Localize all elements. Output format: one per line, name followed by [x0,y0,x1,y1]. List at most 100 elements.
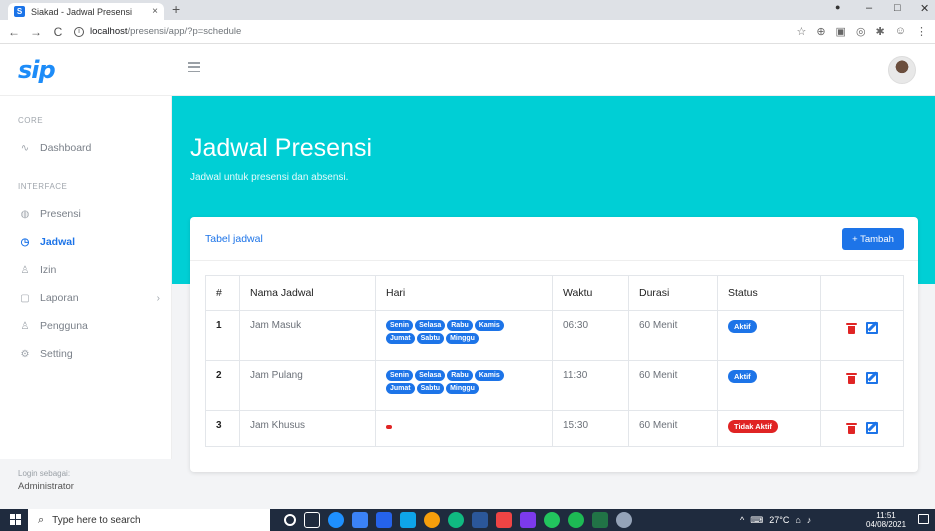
sidebar-item-pengguna[interactable]: ♙ Pengguna [18,316,168,336]
mail-icon[interactable] [400,512,416,528]
minimize-button[interactable]: – [866,2,872,14]
windows-start-icon[interactable] [10,514,21,525]
app-icon[interactable] [520,512,536,528]
taskbar-clock[interactable]: 11:51 04/08/2021 [866,511,906,529]
day-badge: Minggu [446,383,479,394]
edit-pencil-icon[interactable] [866,372,878,384]
edit-pencil-icon[interactable] [866,422,878,434]
profile-avatar-icon[interactable]: ☺ [895,25,906,38]
tray-overflow-icon[interactable]: ^ [740,515,744,525]
bookmark-star-icon[interactable]: ☆ [796,25,806,38]
schedule-status: Aktif [717,360,821,411]
store-icon[interactable] [352,512,368,528]
keyboard-icon[interactable]: ⌨ [750,515,763,526]
row-actions [820,360,904,411]
taskbar-apps [284,512,632,528]
row-number: 1 [205,310,240,361]
url-input[interactable]: i localhost/presensi/app/?p=schedule [74,23,834,41]
day-badge: Jumat [386,333,415,344]
user-icon: ♙ [20,264,30,276]
app-topbar: sip [0,44,935,96]
sidebar-item-label: Izin [40,264,57,276]
card-header: Tabel jadwal + Tambah [190,217,918,261]
sidebar-item-laporan[interactable]: ▢ Laporan › [18,288,168,308]
reload-button[interactable]: C [52,25,64,39]
app-icon[interactable] [616,512,632,528]
sidebar-item-label: Laporan [40,292,79,304]
menu-kebab-icon[interactable]: ⋮ [916,25,927,38]
chrome-icon[interactable] [424,512,440,528]
sidebar-footer: Login sebagai: Administrator [0,459,172,509]
add-schedule-button[interactable]: + Tambah [842,228,904,250]
tab-close-icon[interactable]: × [152,6,158,17]
card-title: Tabel jadwal [205,233,263,245]
browser-tab[interactable]: S Siakad - Jadwal Presensi × [8,3,164,20]
sidebar-item-label: Dashboard [40,142,92,154]
schedule-days: Senin Selasa Rabu Kamis Jumat Sabtu Ming… [375,360,553,411]
app-icon[interactable] [496,512,512,528]
notification-icon[interactable] [918,514,929,524]
close-window-button[interactable]: ✕ [920,2,929,15]
new-tab-button[interactable]: + [172,1,180,17]
forward-button[interactable]: → [30,25,42,39]
clock-icon: ◷ [20,236,30,248]
app-icon[interactable] [448,512,464,528]
word-icon[interactable] [472,512,488,528]
delete-trash-icon[interactable] [846,422,857,434]
schedule-name: Jam Masuk [239,310,376,361]
puzzle-icon[interactable]: ✱ [876,25,885,38]
excel-icon[interactable] [592,512,608,528]
schedule-duration: 60 Menit [628,360,718,411]
app-logo[interactable]: sip [18,56,56,84]
schedule-time: 06:30 [552,310,629,361]
schedule-card: Tabel jadwal + Tambah # Nama Jadwal Hari… [190,217,918,472]
day-badge: Senin [386,370,414,381]
volume-icon[interactable]: ♪ [807,515,812,525]
empty-days-badge [386,425,392,429]
cortana-icon[interactable] [284,514,296,526]
edge-icon[interactable] [328,512,344,528]
sidebar-item-presensi[interactable]: ◍ Presensi [18,204,168,224]
users-icon: ♙ [20,320,30,332]
sidebar-item-dashboard[interactable]: ∿ Dashboard [18,138,168,158]
delete-trash-icon[interactable] [846,322,857,334]
settings-icon: ⚙ [20,348,30,360]
os-taskbar: ⌕ Type here to search ^ ⌨ 27°C ⌂ ♪ 11:51… [0,509,935,531]
day-badge: Selasa [415,370,446,381]
app-icon[interactable] [544,512,560,528]
profile-icon[interactable]: ● [835,2,840,12]
address-bar: ← → C i localhost/presensi/app/?p=schedu… [0,20,935,44]
sidebar-item-izin[interactable]: ♙ Izin [18,260,168,280]
sidebar-item-label: Pengguna [40,320,88,332]
day-badge: Senin [386,320,414,331]
network-icon[interactable]: ⌂ [795,515,800,525]
day-badge: Sabtu [416,333,445,344]
user-avatar[interactable] [888,56,916,84]
info-icon[interactable]: i [74,26,84,37]
table-row: 1 Jam Masuk Senin Selasa Rabu Kamis Juma… [205,310,904,361]
day-badge: Kamis [474,370,504,381]
maximize-button[interactable]: □ [894,2,901,14]
temperature[interactable]: 27°C [769,515,789,525]
taskbar-search-input[interactable]: ⌕ Type here to search [28,509,270,531]
extension-icons: ☆ ⊕ ▣ ◎ ✱ ☺ ⋮ [796,25,927,38]
schedule-duration: 60 Menit [628,410,718,447]
sidebar-heading-interface: INTERFACE [18,182,68,191]
back-button[interactable]: ← [8,25,20,39]
url-path: /presensi/app/?p=schedule [127,26,242,37]
extension-icon[interactable]: ▣ [836,25,846,38]
chevron-right-icon: › [156,292,160,304]
sidebar-toggle-icon[interactable] [188,62,200,72]
extension-icon[interactable]: ⊕ [816,25,825,38]
edit-pencil-icon[interactable] [866,322,878,334]
spotify-icon[interactable] [568,512,584,528]
sidebar-item-setting[interactable]: ⚙ Setting [18,344,168,364]
fingerprint-icon: ◍ [20,208,30,220]
sidebar-item-jadwal[interactable]: ◷ Jadwal [18,232,168,252]
system-tray: ^ ⌨ 27°C ⌂ ♪ [740,509,811,531]
extension-icon[interactable]: ◎ [856,25,866,38]
delete-trash-icon[interactable] [846,372,857,384]
store-bag-icon[interactable] [376,512,392,528]
status-badge: Aktif [728,370,757,383]
task-view-icon[interactable] [304,512,320,528]
